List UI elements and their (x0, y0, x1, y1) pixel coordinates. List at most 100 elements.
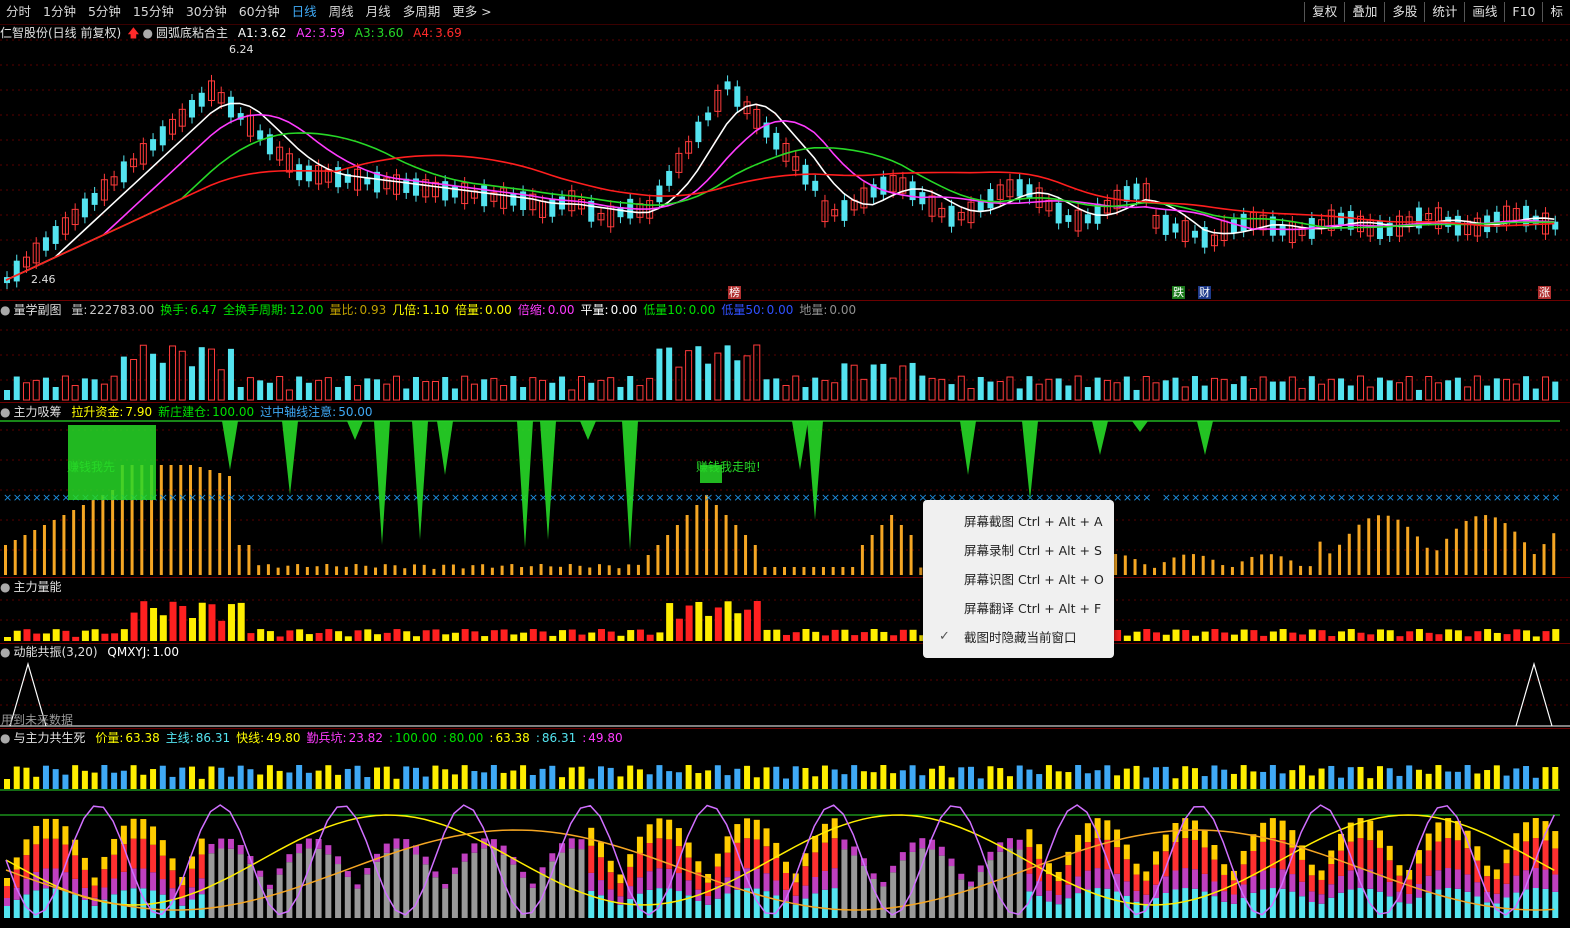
vol-label-6: 倍缩: (517, 303, 546, 317)
accum-value-2: 50.00 (338, 405, 373, 419)
cai-tag[interactable]: 财 (1198, 286, 1211, 299)
volume-bar (967, 388, 975, 401)
ld-bar-segment (101, 887, 108, 900)
candle-body (481, 185, 488, 207)
ld-bar-segment (432, 871, 439, 878)
accum-x-marker: × (1123, 491, 1132, 504)
pane-separator[interactable] (0, 728, 1570, 729)
ld-bar-segment (1338, 850, 1345, 876)
ld-bar-segment (899, 852, 906, 861)
ld-top-bar (724, 775, 731, 789)
volume-bar (1454, 377, 1461, 400)
ld-bar-segment (1493, 893, 1500, 904)
menu-item-hide-window[interactable]: 截图时隐藏当前窗口 (964, 629, 1077, 647)
ld-top-bar (568, 767, 575, 789)
volume-bar (773, 378, 780, 400)
ld-bar-segment (744, 818, 751, 839)
pane-separator[interactable] (0, 643, 1570, 644)
accum-x-marker: × (860, 491, 869, 504)
vol-label-5: 倍量: (454, 303, 484, 317)
candle-body (1240, 213, 1247, 232)
candle-body (13, 260, 20, 282)
energy-bar (403, 631, 411, 641)
menu-item-record[interactable]: 屏幕录制 Ctrl + Alt + S (964, 542, 1102, 560)
ld-top-bar (276, 770, 283, 789)
volume-bar (1532, 388, 1539, 400)
energy-title[interactable]: 主力量能 (13, 580, 61, 594)
energy-bar (734, 613, 742, 641)
volume-bar (1240, 376, 1247, 400)
ld-bar-segment (1026, 873, 1033, 892)
ld-bar-segment (1308, 875, 1315, 892)
ld-bar-segment (724, 893, 731, 918)
energy-bar (374, 634, 382, 641)
ld-bar-segment (1299, 859, 1306, 882)
volume-bar (928, 377, 936, 401)
volume-bar (1347, 385, 1354, 400)
ld-top-bar (120, 770, 127, 789)
stock-chart-canvas[interactable]: × × × × × × × × × × × × × × × × × × × × × × × × × × × × × × × × × × × × × × × ×… (0, 0, 1570, 928)
bang-tag[interactable]: 榜 (728, 286, 741, 299)
dropdown-circle-icon[interactable]: ● (143, 26, 153, 40)
ld-bar-segment (695, 900, 702, 918)
pane-separator[interactable] (0, 577, 1570, 578)
ld-bar-segment (831, 888, 838, 918)
resonance-title[interactable]: 动能共振(3,20) (13, 645, 97, 659)
ld-top-bar (490, 765, 497, 789)
ld-bar-segment (111, 894, 118, 918)
menu-item-screenshot[interactable]: 屏幕截图 Ctrl + Alt + A (964, 513, 1103, 531)
ld-top-bar (1269, 765, 1276, 789)
ld-bar-segment (802, 866, 809, 886)
zhang-tag[interactable]: 涨 (1538, 286, 1551, 299)
volume-bar (1503, 378, 1511, 401)
accum-spike (540, 421, 556, 540)
ld-value-2: 49.80 (266, 731, 301, 745)
accum-title[interactable]: 主力吸筹 (13, 405, 61, 419)
accum-bar (773, 567, 777, 575)
ld-bar-segment (968, 881, 975, 887)
vol-label-1: 换手: (160, 303, 189, 317)
ld-bar-segment (938, 855, 945, 918)
volume-bar (139, 344, 147, 401)
indicator-name[interactable]: 圆弧底粘合主 (156, 26, 228, 40)
volume-bar (724, 345, 731, 400)
ld-bar-segment (627, 898, 634, 918)
accum-bar (237, 545, 241, 575)
ld-bar-segment (344, 871, 351, 877)
ld-top-bar (335, 774, 342, 789)
accum-x-marker: × (1288, 491, 1297, 504)
accum-x-marker: × (1318, 491, 1327, 504)
pane-separator[interactable] (0, 402, 1570, 403)
ld-bar-segment (607, 900, 614, 918)
energy-bar (81, 630, 89, 641)
collapse-icon[interactable]: ● (0, 303, 10, 317)
ld-bar-segment (169, 858, 176, 871)
pane-separator[interactable] (0, 300, 1570, 301)
energy-bar (1269, 631, 1277, 641)
ld-bar-segment (578, 839, 585, 850)
ld-top-bar (1493, 765, 1500, 789)
collapse-icon[interactable]: ● (0, 405, 10, 419)
collapse-icon[interactable]: ● (0, 580, 10, 594)
ld-top-bar (1201, 776, 1208, 789)
collapse-icon[interactable]: ● (0, 731, 10, 745)
stock-title[interactable]: 仁智股份(日线 前复权) (0, 26, 121, 40)
ld-bar-segment (821, 889, 828, 918)
lifedeath-title[interactable]: 与主力共生死 (13, 731, 85, 745)
energy-bar (763, 629, 771, 641)
energy-bar (705, 615, 713, 641)
collapse-icon[interactable]: ● (0, 645, 10, 659)
accum-bar (1503, 523, 1507, 575)
accum-bar (899, 525, 903, 575)
energy-bar (1328, 636, 1336, 641)
die-tag[interactable]: 跌 (1172, 286, 1185, 299)
menu-item-translate[interactable]: 屏幕翻译 Ctrl + Alt + F (964, 600, 1101, 618)
volume-title[interactable]: 量学副图 (13, 303, 61, 317)
volume-bar (627, 376, 634, 400)
energy-bar (744, 609, 752, 641)
energy-bar (1133, 631, 1141, 641)
ld-bar-segment (1425, 892, 1432, 918)
ld-bar-segment (675, 891, 682, 918)
menu-item-ocr[interactable]: 屏幕识图 Ctrl + Alt + O (964, 571, 1104, 589)
ld-top-bar (1376, 766, 1383, 789)
